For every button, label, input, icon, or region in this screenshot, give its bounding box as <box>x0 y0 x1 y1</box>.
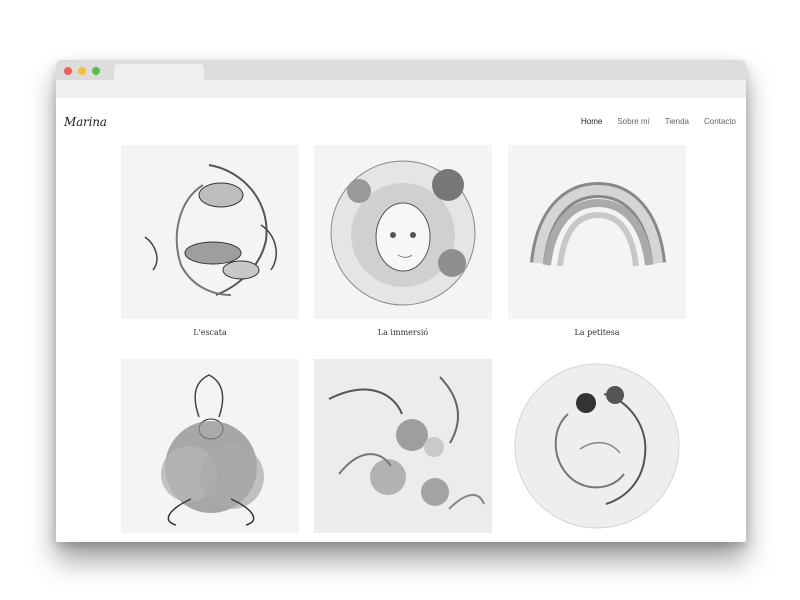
artwork-dancer-image[interactable] <box>121 359 299 533</box>
nav-home[interactable]: Home <box>581 117 602 126</box>
browser-address-bar[interactable] <box>56 80 746 98</box>
artwork-koi-fish-image[interactable] <box>121 145 299 319</box>
close-window-button[interactable] <box>64 67 72 75</box>
minimize-window-button[interactable] <box>78 67 86 75</box>
browser-titlebar <box>56 60 746 80</box>
maximize-window-button[interactable] <box>92 67 100 75</box>
artwork-title[interactable]: La petitesa <box>508 328 686 337</box>
web-page: Marina Home Sobre mí Tienda Contacto L'e… <box>56 98 746 542</box>
artwork-slinky-image[interactable] <box>508 145 686 319</box>
nav-sobre-mi[interactable]: Sobre mí <box>617 117 649 126</box>
artwork-portrait-image[interactable] <box>314 145 492 319</box>
nav-tienda[interactable]: Tienda <box>665 117 689 126</box>
artwork-title[interactable]: La immersió <box>314 328 492 337</box>
gallery-item-embrace[interactable] <box>508 359 686 542</box>
site-logo[interactable]: Marina <box>64 115 107 129</box>
nav-contacto[interactable]: Contacto <box>704 117 736 126</box>
gallery-item-la-immersio[interactable]: La immersió <box>314 145 492 337</box>
browser-window: Marina Home Sobre mí Tienda Contacto L'e… <box>56 60 746 542</box>
artwork-embrace-image[interactable] <box>508 359 686 533</box>
gallery-item-lescata[interactable]: L'escata <box>121 145 299 337</box>
browser-tab[interactable] <box>114 64 204 80</box>
gallery-item-la-petitesa[interactable]: La petitesa <box>508 145 686 337</box>
gallery-item-flowers[interactable] <box>314 359 492 542</box>
gallery-item-dancer[interactable] <box>121 359 299 542</box>
artwork-flowers-image[interactable] <box>314 359 492 533</box>
artwork-title[interactable]: L'escata <box>121 328 299 337</box>
main-nav: Home Sobre mí Tienda Contacto <box>581 117 736 126</box>
